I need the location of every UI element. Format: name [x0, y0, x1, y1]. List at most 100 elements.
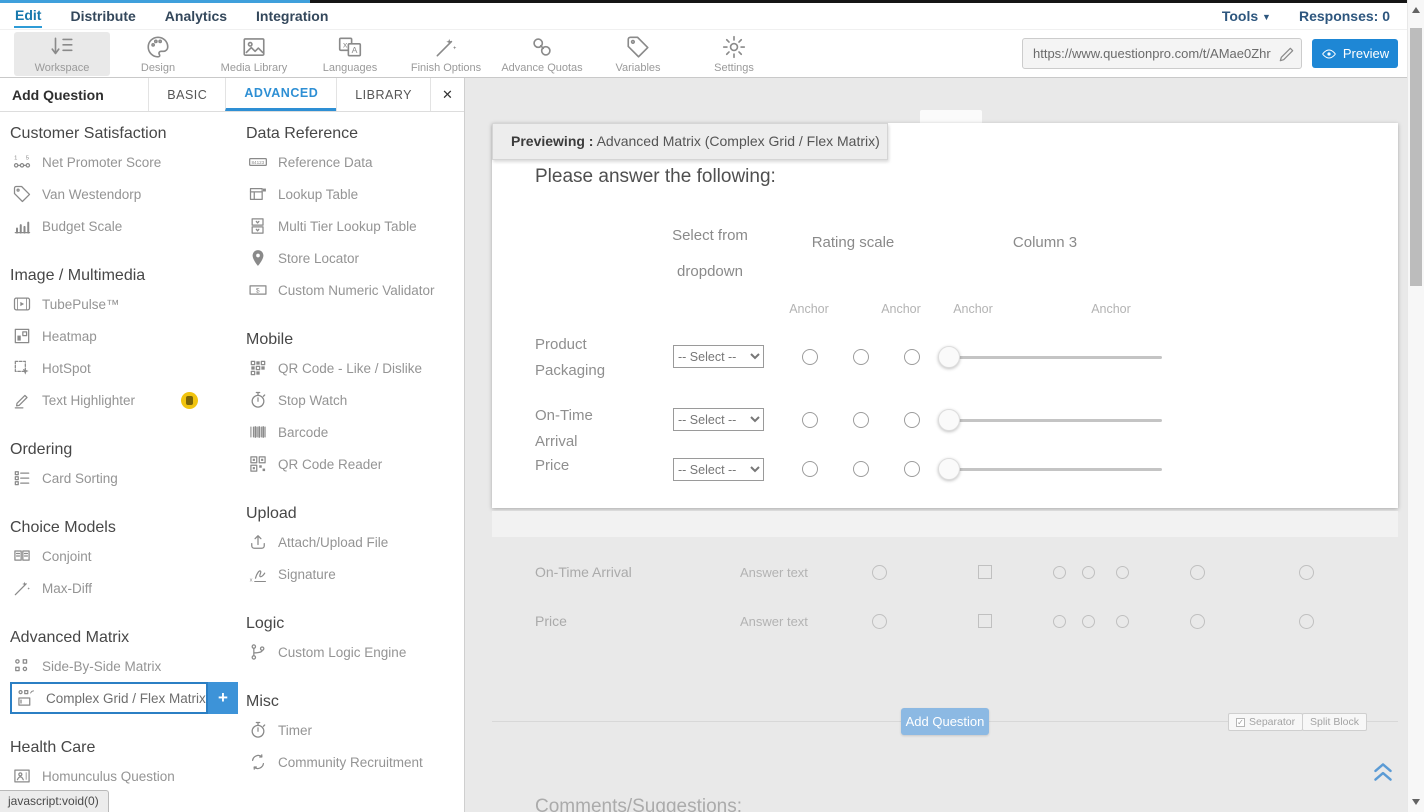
survey-url-field[interactable]: https://www.questionpro.com/t/AMae0Zhr: [1022, 38, 1302, 69]
item-label: Barcode: [278, 425, 328, 440]
nav-edit[interactable]: Edit: [14, 5, 42, 28]
panel-item-signature[interactable]: Signature: [246, 558, 460, 590]
tab-advanced[interactable]: ADVANCED: [225, 78, 336, 111]
languages-icon: [337, 34, 363, 60]
numeric-validator-icon: [248, 280, 268, 300]
panel-item-store-locator[interactable]: Store Locator: [246, 242, 460, 274]
previewing-banner: Previewing : Advanced Matrix (Complex Gr…: [492, 123, 888, 160]
toolbar-settings[interactable]: Settings: [686, 32, 782, 76]
anchor-label: Anchor: [1076, 302, 1146, 316]
panel-item-homunculus[interactable]: Homunculus Question: [10, 760, 238, 792]
gear-icon: [721, 34, 747, 60]
close-icon[interactable]: ✕: [430, 78, 464, 111]
panel-item-hotspot[interactable]: HotSpot: [10, 352, 238, 384]
page-scrollbar[interactable]: [1407, 0, 1424, 812]
panel-item-barcode[interactable]: Barcode: [246, 416, 460, 448]
comments-question-label: Comments/Suggestions:: [535, 796, 742, 812]
side-by-side-matrix-icon: [12, 656, 32, 676]
panel-item-net-promoter-score[interactable]: Net Promoter Score: [10, 146, 238, 178]
nav-distribute[interactable]: Distribute: [69, 6, 136, 27]
row-select-dropdown[interactable]: -- Select --: [673, 345, 764, 368]
panel-item-card-sorting[interactable]: Card Sorting: [10, 462, 238, 494]
wand-icon: [12, 578, 32, 598]
add-question-button[interactable]: Add Question: [901, 708, 989, 735]
nav-integration[interactable]: Integration: [255, 6, 329, 27]
panel-item-custom-numeric-validator[interactable]: Custom Numeric Validator: [246, 274, 460, 306]
panel-item-timer[interactable]: Timer: [246, 714, 460, 746]
toolbar-label: Settings: [714, 62, 754, 74]
rating-radio[interactable]: [802, 461, 818, 477]
rating-radio[interactable]: [802, 349, 818, 365]
panel-item-lookup-table[interactable]: Lookup Table: [246, 178, 460, 210]
panel-item-custom-logic-engine[interactable]: Custom Logic Engine: [246, 636, 460, 668]
panel-item-multi-tier-lookup[interactable]: Multi Tier Lookup Table: [246, 210, 460, 242]
panel-item-heatmap[interactable]: Heatmap: [10, 320, 238, 352]
panel-item-side-by-side-matrix[interactable]: Side-By-Side Matrix: [10, 650, 238, 682]
panel-item-stop-watch[interactable]: Stop Watch: [246, 384, 460, 416]
tab-basic[interactable]: BASIC: [148, 78, 225, 111]
new-badge: [181, 392, 198, 409]
split-block-button[interactable]: Split Block: [1302, 713, 1367, 731]
rating-radio[interactable]: [904, 349, 920, 365]
item-label: Timer: [278, 723, 312, 738]
add-complex-grid-button[interactable]: +: [208, 682, 238, 714]
tab-library[interactable]: LIBRARY: [336, 78, 430, 111]
rating-radio[interactable]: [802, 412, 818, 428]
toolbar-design[interactable]: Design: [110, 32, 206, 76]
scrollbar-thumb[interactable]: [1410, 28, 1422, 286]
panel-item-max-diff[interactable]: Max-Diff: [10, 572, 238, 604]
video-icon: [12, 294, 32, 314]
community-icon: [248, 752, 268, 772]
bg-answer-text: Answer text: [740, 614, 808, 629]
slider-handle[interactable]: [938, 409, 960, 431]
panel-item-text-highlighter[interactable]: Text Highlighter: [10, 384, 238, 416]
scrollbar-down-arrow-icon[interactable]: [1412, 799, 1420, 805]
row-select-dropdown[interactable]: -- Select --: [673, 408, 764, 431]
toolbar-media-library[interactable]: Media Library: [206, 32, 302, 76]
rating-radio[interactable]: [853, 349, 869, 365]
toolbar-finish-options[interactable]: Finish Options: [398, 32, 494, 76]
panel-item-tubepulse[interactable]: TubePulse™: [10, 288, 238, 320]
complex-grid-box[interactable]: Complex Grid / Flex Matrix: [10, 682, 208, 714]
rating-radio[interactable]: [904, 461, 920, 477]
rating-radio[interactable]: [904, 412, 920, 428]
panel-item-qr-code-reader[interactable]: QR Code Reader: [246, 448, 460, 480]
preview-button[interactable]: Preview: [1312, 39, 1398, 68]
tools-dropdown[interactable]: Tools ▼: [1222, 8, 1271, 24]
toolbar-variables[interactable]: Variables: [590, 32, 686, 76]
panel-item-complex-grid-selected[interactable]: Complex Grid / Flex Matrix +: [10, 682, 238, 714]
toolbar-workspace[interactable]: Workspace: [14, 32, 110, 76]
separator-toggle[interactable]: ✓Separator: [1228, 713, 1303, 731]
slider-track[interactable]: [940, 468, 1162, 471]
slider-handle[interactable]: [938, 346, 960, 368]
section-choice-models: Choice Models: [10, 518, 238, 538]
scroll-to-top-icon[interactable]: [1370, 759, 1396, 785]
nav-analytics[interactable]: Analytics: [164, 6, 228, 27]
item-label: Multi Tier Lookup Table: [278, 219, 417, 234]
panel-item-reference-data[interactable]: Reference Data: [246, 146, 460, 178]
panel-item-attach-upload-file[interactable]: Attach/Upload File: [246, 526, 460, 558]
toolbar-advance-quotas[interactable]: Advance Quotas: [494, 32, 590, 76]
bg-answer-text: Answer text: [740, 565, 808, 580]
edit-pencil-icon[interactable]: [1277, 44, 1297, 64]
panel-item-budget-scale[interactable]: Budget Scale: [10, 210, 238, 242]
status-bar-link-hint: javascript:void(0): [0, 790, 109, 812]
media-library-icon: [241, 34, 267, 60]
responses-count[interactable]: Responses: 0: [1299, 8, 1390, 24]
hotspot-cursor-icon: [12, 358, 32, 378]
toolbar-languages[interactable]: Languages: [302, 32, 398, 76]
slider-handle[interactable]: [938, 458, 960, 480]
panel-item-conjoint[interactable]: Conjoint: [10, 540, 238, 572]
row-select-dropdown[interactable]: -- Select --: [673, 458, 764, 481]
bg-radio: [872, 565, 887, 580]
homunculus-image-icon: [12, 766, 32, 786]
slider-track[interactable]: [940, 419, 1162, 422]
rating-radio[interactable]: [853, 412, 869, 428]
panel-item-van-westendorp[interactable]: Van Westendorp: [10, 178, 238, 210]
panel-item-qr-like-dislike[interactable]: QR Code - Like / Dislike: [246, 352, 460, 384]
scrollbar-up-arrow-icon[interactable]: [1412, 7, 1420, 13]
panel-item-community-recruitment[interactable]: Community Recruitment: [246, 746, 460, 778]
bg-row-label: Price: [535, 613, 567, 629]
slider-track[interactable]: [940, 356, 1162, 359]
rating-radio[interactable]: [853, 461, 869, 477]
